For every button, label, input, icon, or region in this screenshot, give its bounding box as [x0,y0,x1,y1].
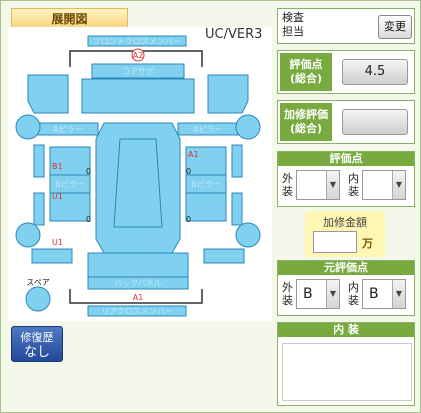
original-evaluation-box: 元評価点 外 装 B ▼ 内 装 B ▼ [277,260,415,316]
amount-label: 加修金額 [323,216,367,229]
sill-front-left-panel[interactable] [33,144,45,178]
front-fender-right-panel[interactable] [207,74,249,114]
pillar-a-left-label: Aピラー [53,125,82,134]
score-box: 評価点 (総合) 4.5 [277,50,415,94]
kashu-score-label-line1: 加修評価 [284,108,328,121]
score-label-line1: 評価点 [289,58,323,71]
inspector-label-line1: 検査 [282,11,304,24]
repair-history-button[interactable]: 修復歴 なし [11,326,63,362]
amount-input[interactable] [313,231,357,253]
spare-tire[interactable] [25,286,51,312]
chevron-down-icon[interactable]: ▼ [392,280,405,308]
original-interior-label: 内 装 [348,281,359,307]
wheel-front-left[interactable] [15,114,41,140]
mark-a2: A2 [133,51,144,60]
rear-fender-left-panel[interactable] [31,248,73,264]
hood-panel[interactable] [81,78,195,114]
inspector-label-line2: 担当 [282,25,304,38]
front-fender-left-panel[interactable] [27,74,69,114]
sill-rear-left-panel[interactable] [33,192,45,226]
original-interior-label-1: 内 [348,281,359,294]
car-diagram[interactable]: .p { fill:#7fd1ef; stroke:#2c87b8; strok… [8,27,272,321]
interior-note-title: 内 装 [278,323,414,337]
evaluation-exterior-label: 外 装 [282,172,293,198]
repair-history-line2: なし [23,345,50,360]
evaluation-exterior-select[interactable]: ▼ [296,170,340,200]
trunk-panel[interactable] [87,252,189,278]
wheel-rear-left[interactable] [15,222,41,248]
mark-u1-fender: U1 [52,238,63,247]
wheel-rear-right[interactable] [235,222,261,248]
chevron-down-icon[interactable]: ▼ [326,171,339,199]
evaluation-exterior-label-1: 外 [282,172,293,185]
diagram-tab[interactable]: 展開図 [11,8,128,29]
evaluation-interior-label-1: 内 [348,172,359,185]
pillar-b-right-label: Bピラー [191,180,221,189]
kashu-score-box: 加修評価 (総合) [277,100,415,144]
sill-front-right-panel[interactable] [231,144,243,178]
pillar-a-right-label: Aピラー [193,125,222,134]
mark-zero-1: 0 [86,167,91,176]
back-panel-label: バックパネル [114,279,162,288]
mark-zero-2: 0 [186,167,191,176]
amount-box: 加修金額 万 [305,211,385,257]
evaluation-exterior-label-2: 装 [282,185,293,198]
original-exterior-select[interactable]: B ▼ [296,279,340,309]
original-exterior-value: B [303,286,313,302]
car-diagram-svg[interactable]: .p { fill:#7fd1ef; stroke:#2c87b8; strok… [8,27,272,321]
evaluation-title: 評価点 [278,152,414,166]
score-label-line2: (総合) [289,72,323,85]
score-value[interactable]: 4.5 [342,59,408,85]
sill-rear-right-panel[interactable] [231,192,243,226]
mark-a1-rear: A1 [133,293,144,302]
original-evaluation-title: 元評価点 [278,261,414,275]
mark-zero-3: 0 [86,215,91,224]
repair-history-line1: 修復歴 [20,331,54,344]
inspector-label: 検査 担当 [282,11,304,39]
original-exterior-label-1: 外 [282,281,293,294]
wheel-front-right[interactable] [235,114,261,140]
spare-label: スペア [26,278,49,287]
rear-door-right-panel[interactable] [185,192,227,222]
original-interior-select[interactable]: B ▼ [362,279,406,309]
original-interior-label-2: 装 [348,294,359,307]
diagram-version: UC/VER3 [205,27,263,42]
evaluation-interior-label: 内 装 [348,172,359,198]
mark-u1-door: U1 [52,192,63,201]
original-exterior-label-2: 装 [282,294,293,307]
rear-cross-member-label: リアクロスメンバー [101,307,173,316]
front-cross-member-label: フロントクロスメンバー [93,37,181,46]
evaluation-box: 評価点 外 装 ▼ 内 装 ▼ [277,151,415,207]
score-label: 評価点 (総合) [280,53,332,91]
original-exterior-label: 外 装 [282,281,293,307]
kashu-score-label-line2: (総合) [289,122,323,135]
kashu-score-label: 加修評価 (総合) [280,103,332,141]
chevron-down-icon[interactable]: ▼ [326,280,339,308]
change-inspector-button[interactable]: 変更 [378,15,412,39]
kashu-score-value[interactable] [342,109,408,135]
evaluation-interior-label-2: 装 [348,185,359,198]
floor-panel[interactable] [113,138,163,228]
core-support-label: コアサポ [122,67,154,76]
mark-a1-door: A1 [188,150,199,159]
inspector-box: 検査 担当 変更 [277,8,415,44]
chevron-down-icon[interactable]: ▼ [392,171,405,199]
original-interior-value: B [369,286,379,302]
interior-note-box: 内 装 [277,322,415,406]
amount-unit: 万 [362,237,373,250]
mark-b1: B1 [52,162,63,171]
pillar-b-left-label: Bピラー [55,180,85,189]
interior-note-textarea[interactable] [282,343,412,401]
mark-zero-4: 0 [186,215,191,224]
evaluation-interior-select[interactable]: ▼ [362,170,406,200]
rear-fender-right-panel[interactable] [203,248,245,264]
